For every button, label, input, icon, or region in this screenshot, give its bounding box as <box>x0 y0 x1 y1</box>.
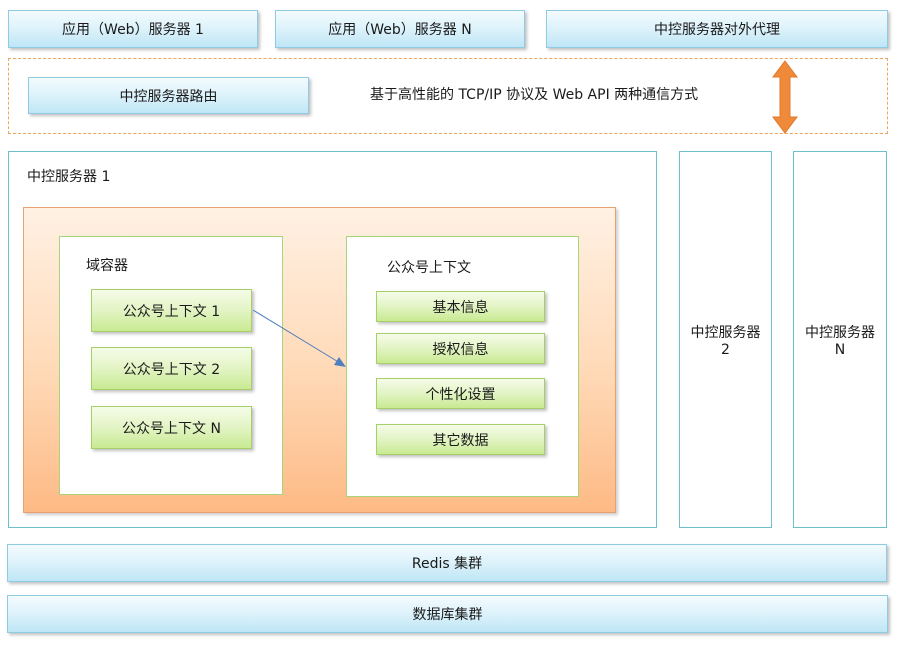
context-item-2: 公众号上下文 2 <box>91 347 252 390</box>
proxy-box: 中控服务器对外代理 <box>546 10 888 48</box>
app-server-1-box: 应用（Web）服务器 1 <box>8 10 258 48</box>
context-item-n: 公众号上下文 N <box>91 406 252 449</box>
app-server-n-label: 应用（Web）服务器 N <box>328 22 472 38</box>
auth-info-label: 授权信息 <box>432 341 489 358</box>
context-item-n-label: 公众号上下文 N <box>122 420 221 437</box>
central-server-2-box: 中控服务器 2 <box>679 151 772 528</box>
personalization-box: 个性化设置 <box>376 378 545 409</box>
central-server-2-number: 2 <box>721 341 730 358</box>
app-server-1-label: 应用（Web）服务器 1 <box>62 22 204 38</box>
central-server-2-label: 中控服务器 <box>690 324 761 341</box>
central-server-n-box: 中控服务器 N <box>793 151 887 528</box>
context-detail-title: 公众号上下文 <box>387 260 471 276</box>
basic-info-label: 基本信息 <box>432 299 489 316</box>
database-cluster-bar: 数据库集群 <box>7 595 888 633</box>
central-server-n-label: 中控服务器 <box>805 324 875 341</box>
double-arrow-icon <box>772 60 798 134</box>
domain-container-title: 域容器 <box>86 258 128 274</box>
database-cluster-label: 数据库集群 <box>412 607 483 623</box>
connector-arrow-icon <box>252 309 346 367</box>
router-box: 中控服务器路由 <box>28 77 309 114</box>
redis-cluster-label: Redis 集群 <box>411 556 483 572</box>
central-server-1-title: 中控服务器 1 <box>27 169 111 185</box>
protocol-text: 基于高性能的 TCP/IP 协议及 Web API 两种通信方式 <box>370 87 699 103</box>
basic-info-box: 基本信息 <box>376 291 545 322</box>
proxy-label: 中控服务器对外代理 <box>654 22 780 38</box>
context-item-1: 公众号上下文 1 <box>91 289 252 332</box>
context-item-2-label: 公众号上下文 2 <box>122 361 221 378</box>
auth-info-box: 授权信息 <box>376 333 545 364</box>
personalization-label: 个性化设置 <box>425 386 496 403</box>
other-data-label: 其它数据 <box>432 432 489 449</box>
central-server-n-number: N <box>834 341 846 358</box>
router-label: 中控服务器路由 <box>119 88 218 105</box>
app-server-n-box: 应用（Web）服务器 N <box>275 10 525 48</box>
other-data-box: 其它数据 <box>376 424 545 455</box>
context-item-1-label: 公众号上下文 1 <box>122 303 221 320</box>
redis-cluster-bar: Redis 集群 <box>7 544 887 582</box>
